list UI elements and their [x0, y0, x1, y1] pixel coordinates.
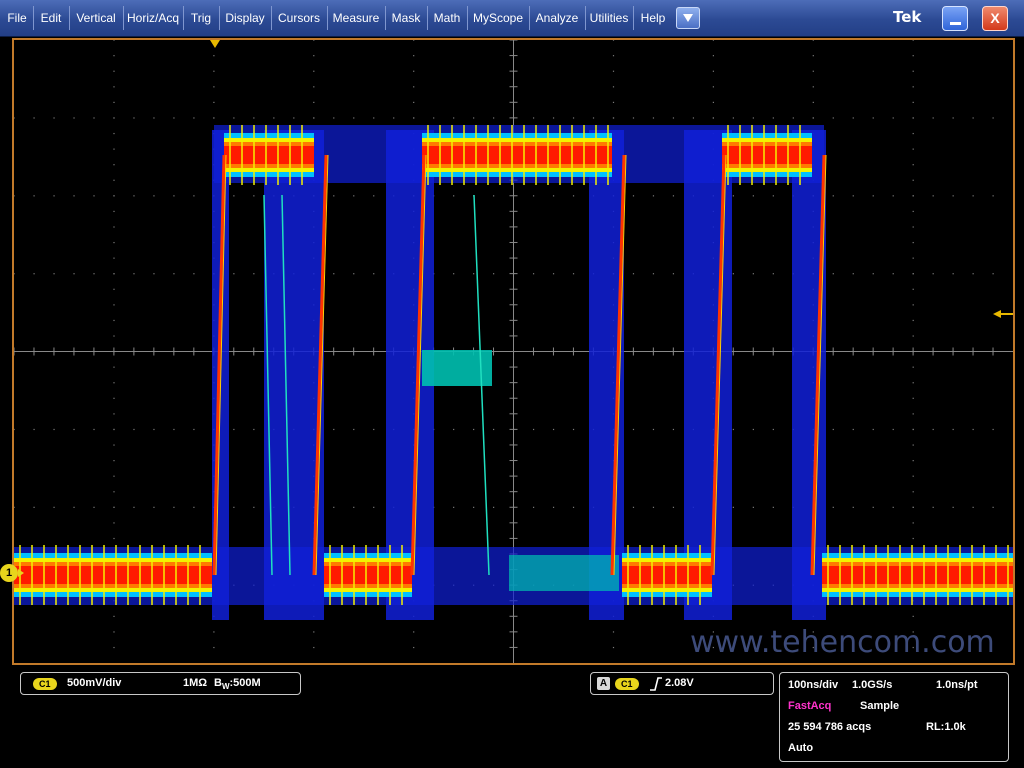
channel1-coupling: 1MΩ: [183, 677, 208, 689]
minimize-button[interactable]: [942, 6, 968, 31]
menu-myscope[interactable]: MyScope: [468, 0, 528, 36]
trigger-level: 2.08V: [665, 677, 694, 689]
menu-utilities[interactable]: Utilities: [586, 0, 632, 36]
channel1-ground-arrow: [18, 569, 24, 577]
rising-edge-icon: [650, 677, 662, 691]
brand-logo: Tek: [893, 8, 922, 26]
channel1-ground-marker[interactable]: 1: [0, 564, 18, 582]
trigger-readout[interactable]: A C1 2.08V: [590, 672, 774, 695]
trigger-level-marker: [993, 310, 1001, 318]
menu-file[interactable]: File: [2, 0, 32, 36]
bandwidth-sub: W: [221, 682, 230, 692]
menu-help[interactable]: Help: [634, 0, 672, 36]
trigger-position-marker: [210, 40, 220, 48]
menu-analyze[interactable]: Analyze: [530, 0, 584, 36]
waveform-display[interactable]: [12, 38, 1015, 665]
acquisition-mode: FastAcq: [788, 700, 832, 712]
close-button[interactable]: X: [982, 6, 1008, 31]
sampling-mode: Sample: [860, 700, 900, 712]
sample-rate: 1.0GS/s: [852, 679, 893, 691]
trigger-mode-badge: A: [597, 677, 610, 690]
menu-trig[interactable]: Trig: [184, 0, 218, 36]
trigger-state: Auto: [788, 742, 814, 754]
bandwidth-prefix: B: [214, 677, 222, 689]
chevron-down-icon: [683, 14, 693, 22]
menu-math[interactable]: Math: [428, 0, 466, 36]
menu-bar: File Edit Vertical Horiz/Acq Trig Displa…: [0, 0, 1024, 37]
acquisition-readout[interactable]: 100ns/div 1.0GS/s 1.0ns/pt FastAcq Sampl…: [779, 672, 1009, 762]
record-length: RL:1.0k: [926, 721, 966, 733]
menu-measure[interactable]: Measure: [328, 0, 384, 36]
channel1-badge: C1: [33, 678, 57, 690]
channel1-scale: 500mV/div: [67, 677, 122, 689]
acquisition-count: 25 594 786 acqs: [788, 721, 872, 733]
menu-horiz-acq[interactable]: Horiz/Acq: [124, 0, 182, 36]
trigger-source-badge: C1: [615, 678, 639, 690]
menu-dropdown-button[interactable]: [676, 7, 700, 29]
time-resolution: 1.0ns/pt: [936, 679, 978, 691]
menu-vertical[interactable]: Vertical: [70, 0, 122, 36]
menu-display[interactable]: Display: [220, 0, 270, 36]
channel1-bandwidth: BW:500M: [214, 677, 261, 691]
timebase: 100ns/div: [788, 679, 839, 691]
waveform-canvas: [14, 40, 1013, 663]
menu-cursors[interactable]: Cursors: [272, 0, 326, 36]
minimize-icon: [950, 22, 961, 25]
bandwidth-value: :500M: [229, 677, 261, 689]
readout-panel: C1 500mV/div 1MΩ BW:500M A C1 2.08V 100n…: [0, 666, 1024, 768]
menu-mask[interactable]: Mask: [386, 0, 426, 36]
menu-edit[interactable]: Edit: [34, 0, 68, 36]
watermark: www.tehencom.com: [690, 625, 995, 660]
channel1-readout[interactable]: C1 500mV/div 1MΩ BW:500M: [20, 672, 301, 695]
